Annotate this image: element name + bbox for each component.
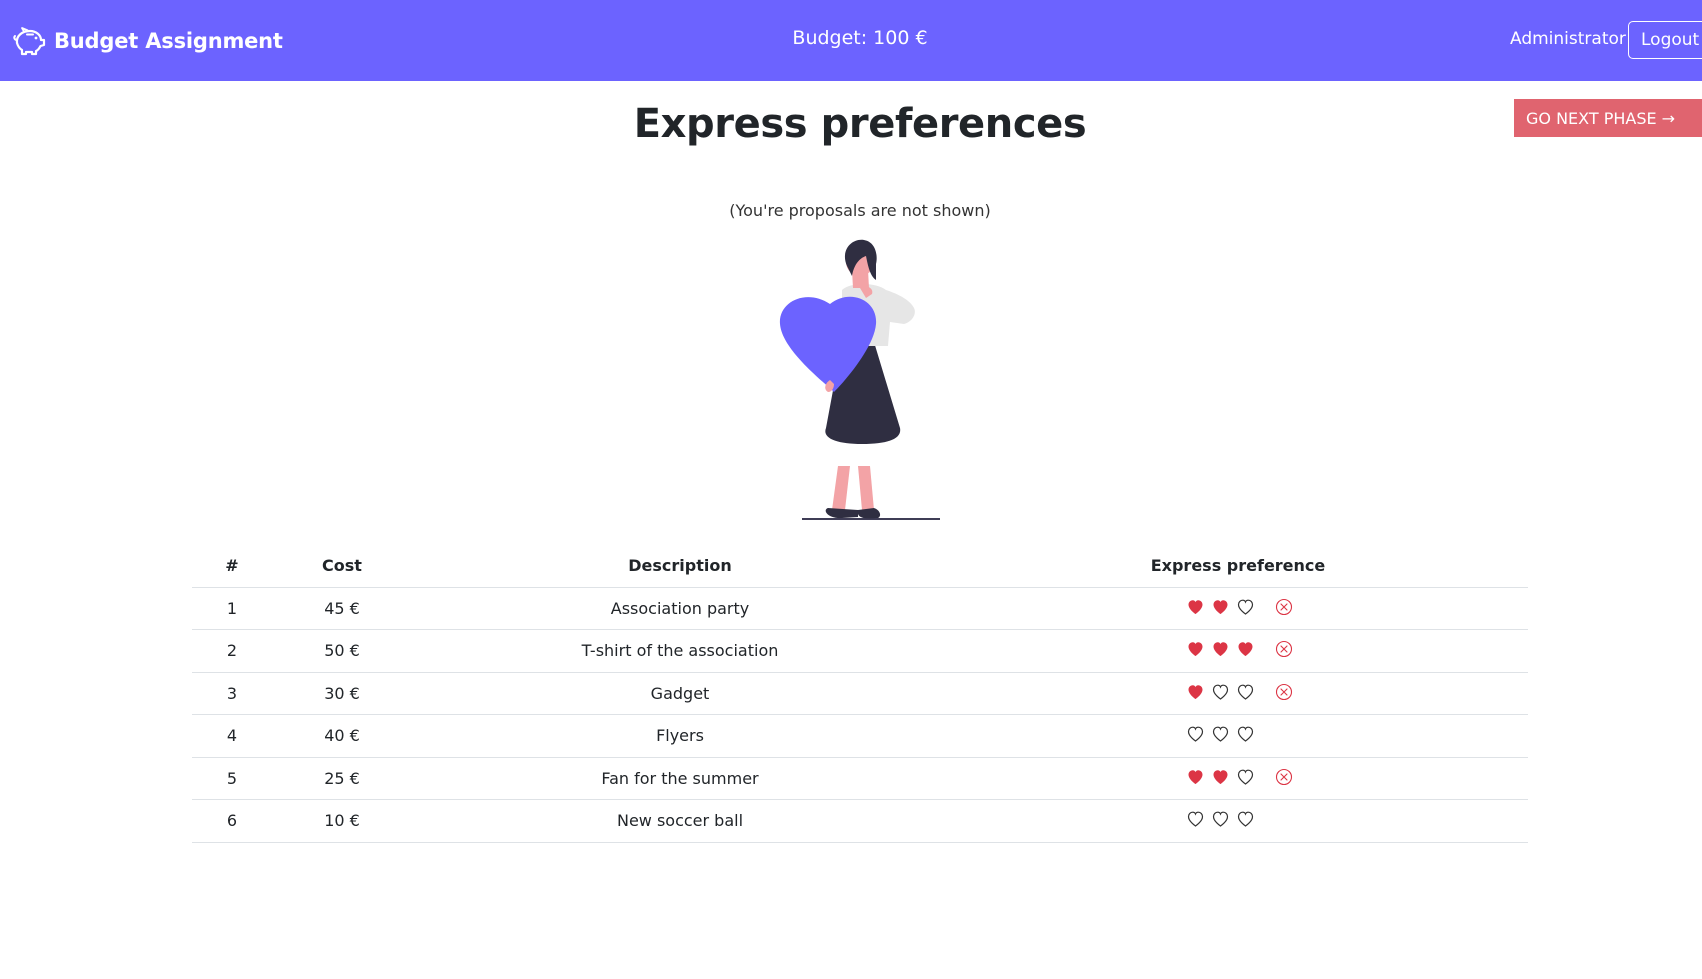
heart-outline-icon[interactable] <box>1237 684 1254 700</box>
piggy-bank-icon <box>13 27 46 56</box>
row-number: 5 <box>192 757 272 800</box>
go-next-phase-button[interactable]: GO NEXT PHASE → <box>1514 99 1702 137</box>
preference-hearts <box>1183 810 1293 828</box>
row-cost: 45 € <box>272 587 412 630</box>
proposals-table: # Cost Description Express preference 14… <box>192 545 1528 843</box>
table-row: 5 25 € Fan for the summer <box>192 757 1528 800</box>
table-row: 2 50 € T-shirt of the association <box>192 629 1528 673</box>
table-row: 1 45 € Association party <box>192 587 1528 630</box>
heart-filled-icon[interactable] <box>1212 769 1229 785</box>
row-number: 1 <box>192 587 272 630</box>
heart-outline-icon[interactable] <box>1212 684 1229 700</box>
clear-preference-icon[interactable] <box>1275 598 1293 616</box>
row-preference <box>948 587 1528 630</box>
row-preference <box>948 629 1528 673</box>
row-description: Fan for the summer <box>412 757 948 800</box>
row-preference <box>948 757 1528 800</box>
row-cost: 40 € <box>272 714 412 758</box>
table-header-row: # Cost Description Express preference <box>192 545 1528 588</box>
row-preference <box>948 672 1528 715</box>
column-header-number: # <box>192 545 272 588</box>
column-header-express-preference: Express preference <box>948 545 1528 588</box>
logout-button[interactable]: Logout <box>1628 21 1702 59</box>
heart-filled-icon[interactable] <box>1212 599 1229 615</box>
heart-outline-icon[interactable] <box>1237 811 1254 827</box>
woman-holding-heart-illustration <box>779 239 940 520</box>
heart-outline-icon[interactable] <box>1237 726 1254 742</box>
column-header-cost: Cost <box>272 545 412 588</box>
proposals-note: (You're proposals are not shown) <box>729 201 991 220</box>
row-description: T-shirt of the association <box>412 629 948 673</box>
row-number: 6 <box>192 799 272 843</box>
row-cost: 50 € <box>272 629 412 673</box>
preference-hearts <box>1183 598 1293 616</box>
heart-filled-icon[interactable] <box>1237 641 1254 657</box>
table-row: 3 30 € Gadget <box>192 672 1528 715</box>
heart-filled-icon[interactable] <box>1212 641 1229 657</box>
heart-outline-icon[interactable] <box>1212 811 1229 827</box>
preference-hearts <box>1183 683 1293 701</box>
row-number: 2 <box>192 629 272 673</box>
page-title: Express preferences <box>633 101 1087 147</box>
preference-hearts <box>1183 768 1293 786</box>
row-description: Flyers <box>412 714 948 758</box>
table-row: 4 40 € Flyers <box>192 714 1528 758</box>
table-row: 6 10 € New soccer ball <box>192 799 1528 843</box>
brand[interactable]: Budget Assignment <box>12 22 283 60</box>
row-preference <box>948 714 1528 758</box>
row-description: Association party <box>412 587 948 630</box>
row-description: New soccer ball <box>412 799 948 843</box>
preference-hearts <box>1183 640 1293 658</box>
heart-outline-icon[interactable] <box>1237 599 1254 615</box>
brand-label: Budget Assignment <box>54 29 283 53</box>
heart-outline-icon[interactable] <box>1187 726 1204 742</box>
row-cost: 10 € <box>272 799 412 843</box>
navbar: Budget Assignment Budget: 100 € Administ… <box>0 0 1702 81</box>
preference-hearts <box>1183 725 1293 743</box>
clear-preference-icon[interactable] <box>1275 768 1293 786</box>
clear-preference-icon[interactable] <box>1275 640 1293 658</box>
heart-filled-icon[interactable] <box>1187 599 1204 615</box>
row-description: Gadget <box>412 672 948 715</box>
heart-outline-icon[interactable] <box>1187 811 1204 827</box>
row-cost: 25 € <box>272 757 412 800</box>
column-header-description: Description <box>412 545 948 588</box>
row-number: 3 <box>192 672 272 715</box>
heart-filled-icon[interactable] <box>1187 641 1204 657</box>
row-cost: 30 € <box>272 672 412 715</box>
row-number: 4 <box>192 714 272 758</box>
clear-preference-icon[interactable] <box>1275 683 1293 701</box>
user-name: Administrator <box>1510 29 1626 49</box>
heart-filled-icon[interactable] <box>1187 684 1204 700</box>
heart-outline-icon[interactable] <box>1237 769 1254 785</box>
heart-outline-icon[interactable] <box>1212 726 1229 742</box>
heart-filled-icon[interactable] <box>1187 769 1204 785</box>
row-preference <box>948 799 1528 843</box>
